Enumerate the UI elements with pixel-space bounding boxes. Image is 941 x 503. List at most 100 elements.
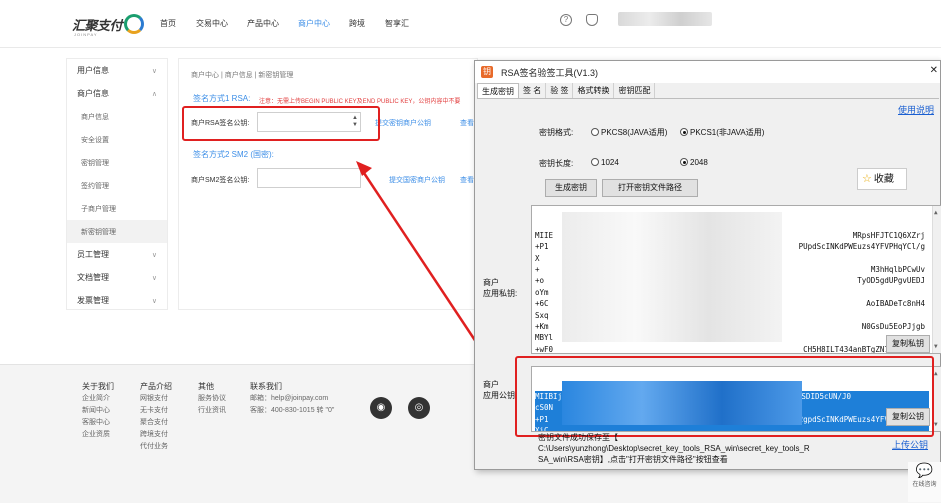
usage-help-link[interactable]: 使用说明: [898, 103, 934, 116]
private-key-textarea[interactable]: MIIE MRpsHFJTC1Q6XZrj +P1 PUpdScINKdPWEuzs4…: [531, 205, 941, 354]
key-management-panel: 商户中心 | 商户信息 | 新密钥管理 签名方式1 RSA: 注意：无需上传BE…: [178, 58, 478, 310]
sidebar-item-label: 员工管理: [77, 250, 109, 259]
tab-sign[interactable]: 签 名: [519, 83, 547, 98]
sidebar-item-label: 子商户管理: [81, 205, 116, 213]
sidebar-item-4[interactable]: 密钥管理: [67, 151, 167, 174]
nav-item-home[interactable]: 首页: [160, 18, 176, 29]
sidebar-item-label: 商户信息: [81, 113, 109, 121]
sidebar-item-label: 安全设置: [81, 136, 109, 144]
copy-private-key-button[interactable]: 复制私钥: [886, 335, 930, 353]
sidebar-item-7[interactable]: 新密钥管理: [67, 220, 167, 243]
radio-pkcs8[interactable]: [591, 128, 599, 136]
radio-2048[interactable]: [680, 158, 688, 166]
sidebar-item-3[interactable]: 安全设置: [67, 128, 167, 151]
sidebar-item-2[interactable]: 商户信息: [67, 105, 167, 128]
tab-format-convert[interactable]: 格式转换: [573, 83, 615, 98]
view-sm2-key-link[interactable]: 查看: [460, 175, 474, 185]
nav-item-product-center[interactable]: 产品中心: [247, 18, 279, 29]
footer-link[interactable]: 服务协议: [198, 393, 226, 405]
rsa-input-highlight: [182, 106, 380, 141]
private-key-line: MIIE: [535, 230, 554, 240]
bell-icon[interactable]: [586, 14, 598, 26]
private-key-line: +wF0: [535, 344, 554, 354]
format-option-pkcs8-label: PKCS8(JAVA适用): [601, 128, 668, 137]
sidebar-item-9[interactable]: 文档管理 ∨: [67, 266, 167, 289]
help-icon[interactable]: ?: [560, 14, 572, 26]
private-key-line: +6C: [535, 299, 549, 309]
sidebar-item-label: 签约管理: [81, 182, 109, 190]
submit-rsa-key-link[interactable]: 提交密钥商户公钥: [375, 118, 431, 128]
footer-link[interactable]: 企业资质: [82, 429, 114, 441]
online-consult-widget[interactable]: 💬 在线咨询: [908, 462, 941, 502]
view-rsa-key-link[interactable]: 查看: [460, 118, 474, 128]
sidebar-menu: 用户信息 ∨ 商户信息 ∧ 商户信息 安全设置 密钥管理 签约管理 子商户管理 新密钥管理 员工管理…: [66, 58, 168, 310]
public-key-highlight: [515, 356, 934, 437]
private-key-line: X: [535, 253, 540, 263]
sidebar-item-6[interactable]: 子商户管理: [67, 197, 167, 220]
format-option-pkcs1[interactable]: PKCS1(非JAVA适用): [680, 127, 764, 138]
radio-1024[interactable]: [591, 158, 599, 166]
key-format-label: 密钥格式:: [539, 128, 574, 137]
nav-item-merchant-center[interactable]: 商户中心: [298, 18, 330, 29]
footer-col-about: 关于我们 企业简介 新闻中心 客服中心 企业资质: [82, 381, 114, 441]
private-key-line-tail: PUpdScINKdPWEuzs4YFVPHqYCl/g: [798, 242, 925, 252]
weibo-icon[interactable]: ◎: [408, 397, 430, 419]
online-consult-label: 在线咨询: [912, 482, 937, 488]
sidebar-item-8[interactable]: 员工管理 ∨: [67, 243, 167, 266]
save-success-message: 密钥文件成功保存至【 C:\Users\yunzhong\Desktop\sec…: [538, 433, 810, 464]
sidebar-item-10[interactable]: 发票管理 ∨: [67, 289, 167, 312]
private-key-line: +: [535, 264, 540, 274]
footer-link[interactable]: 新闻中心: [82, 405, 114, 417]
sidebar-item-0[interactable]: 用户信息 ∨: [67, 59, 167, 82]
wechat-icon[interactable]: ◉: [370, 397, 392, 419]
app-icon: 钥: [481, 66, 493, 78]
sidebar-item-label: 商户信息: [77, 89, 109, 98]
nav-item-trade-center[interactable]: 交易中心: [196, 18, 228, 29]
chevron-icon: ∨: [151, 251, 157, 259]
footer-link[interactable]: 无卡支付: [140, 405, 172, 417]
user-name-redacted[interactable]: [618, 12, 712, 26]
tab-verify[interactable]: 验 签: [546, 83, 574, 98]
rsa-warning-text: 注意：无需上传BEGIN PUBLIC KEY及END PUBLIC KEY，公…: [259, 99, 461, 105]
public-key-label-line1: 商户: [483, 380, 499, 389]
footer-link[interactable]: 聚合支付: [140, 417, 172, 429]
radio-pkcs1[interactable]: [680, 128, 688, 136]
private-key-line-tail: MRpsHFJTC1Q6XZrj: [852, 230, 925, 240]
submit-sm2-key-link[interactable]: 提交国密商户公钥: [389, 175, 445, 185]
logo[interactable]: 汇聚支付 JOINPAY: [72, 12, 145, 37]
tab-key-match[interactable]: 密钥匹配: [614, 83, 656, 98]
footer-link[interactable]: 行业资讯: [198, 405, 226, 417]
generate-key-button[interactable]: 生成密钥: [545, 179, 597, 197]
length-option-2048[interactable]: 2048: [680, 158, 708, 167]
footer-link[interactable]: 客服：400-830-1015 转 "0": [250, 405, 334, 417]
open-key-path-button[interactable]: 打开密钥文件路径: [602, 179, 698, 197]
window-title: RSA签名验签工具(V1.3): [501, 67, 599, 78]
footer-col-products: 产品介绍 网银支付 无卡支付 聚合支付 跨境支付 代付业务: [140, 381, 172, 453]
window-titlebar[interactable]: 钥 RSA签名验签工具(V1.3) ✕: [475, 61, 940, 83]
sidebar-item-1[interactable]: 商户信息 ∧: [67, 82, 167, 105]
sidebar-item-label: 发票管理: [77, 296, 109, 305]
breadcrumb: 商户中心 | 商户信息 | 新密钥管理: [191, 72, 294, 79]
sidebar-item-label: 用户信息: [77, 66, 109, 75]
sidebar-item-5[interactable]: 签约管理: [67, 174, 167, 197]
nav-item-cross-border[interactable]: 跨境: [349, 18, 365, 29]
nav-item-zhixianghui[interactable]: 智享汇: [385, 18, 409, 29]
logo-mark-icon: [124, 14, 145, 34]
sm2-section-title: 签名方式2 SM2 (国密):: [193, 150, 274, 159]
tab-generate-key[interactable]: 生成密钥: [477, 83, 519, 98]
favorite-button[interactable]: ☆ 收藏: [857, 168, 907, 190]
footer-link[interactable]: 邮箱：help@joinpay.com: [250, 393, 334, 405]
upload-public-key-link[interactable]: 上传公钥: [892, 438, 928, 451]
private-key-line: +Km: [535, 321, 549, 331]
length-option-1024[interactable]: 1024: [591, 158, 619, 167]
footer-link[interactable]: 客服中心: [82, 417, 114, 429]
footer-link[interactable]: 网银支付: [140, 393, 172, 405]
footer-link[interactable]: 企业简介: [82, 393, 114, 405]
sm2-public-key-input[interactable]: [257, 168, 361, 188]
footer-link[interactable]: 代付业务: [140, 441, 172, 453]
private-key-scrollbar[interactable]: [932, 206, 941, 353]
footer-link[interactable]: 跨境支付: [140, 429, 172, 441]
close-icon[interactable]: ✕: [930, 65, 938, 76]
private-key-line: +o: [535, 276, 545, 286]
format-option-pkcs8[interactable]: PKCS8(JAVA适用): [591, 127, 667, 138]
